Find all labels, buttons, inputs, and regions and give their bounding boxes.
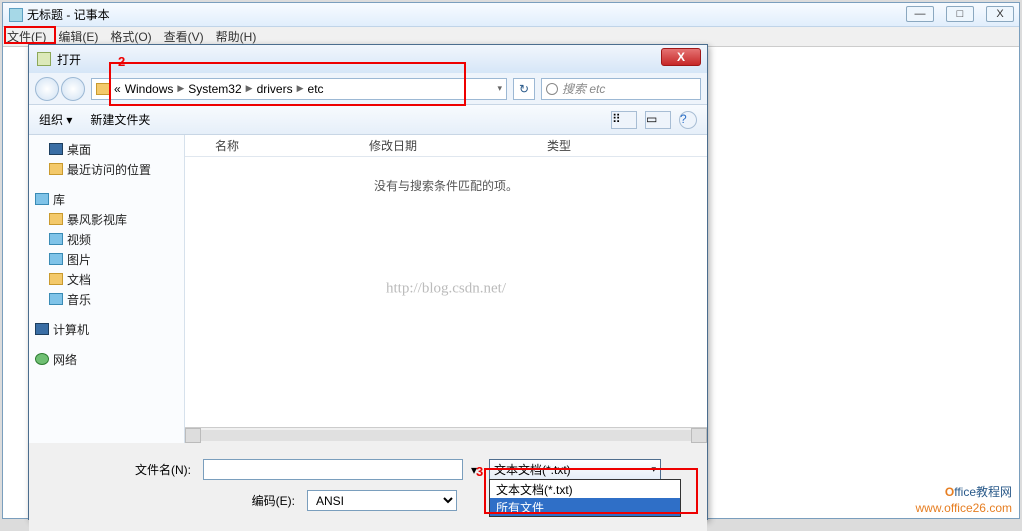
window-controls: — □ X xyxy=(906,6,1014,22)
watermark-text: http://blog.csdn.net/ xyxy=(386,281,506,298)
refresh-button[interactable]: ↻ xyxy=(513,78,535,100)
pictures-icon xyxy=(49,253,63,265)
preview-pane-button[interactable]: ▭ xyxy=(645,111,671,129)
search-icon xyxy=(546,83,558,95)
tree-desktop[interactable]: 桌面 xyxy=(35,139,178,159)
encoding-label: 编码(E): xyxy=(223,492,295,509)
search-placeholder: 搜索 etc xyxy=(562,80,605,97)
folder-icon xyxy=(96,83,110,95)
tree-music[interactable]: 音乐 xyxy=(35,289,178,309)
dialog-title-text: 打开 xyxy=(57,51,81,68)
nav-back-button[interactable] xyxy=(35,77,59,101)
new-folder-button[interactable]: 新建文件夹 xyxy=(90,111,150,128)
filename-input[interactable] xyxy=(203,459,463,480)
tree-documents[interactable]: 文档 xyxy=(35,269,178,289)
help-button[interactable]: ? xyxy=(679,111,697,129)
annotation-box-3 xyxy=(484,468,698,514)
menu-format[interactable]: 格式(O) xyxy=(110,28,151,45)
dialog-toolbar: 组织 ▾ 新建文件夹 ⠿ ▭ ? xyxy=(29,105,707,135)
scroll-track[interactable] xyxy=(201,430,691,441)
logo-url: www.office26.com xyxy=(916,501,1013,515)
col-name[interactable]: 名称 xyxy=(215,137,239,154)
organize-button[interactable]: 组织 ▾ xyxy=(39,111,72,128)
tree-network[interactable]: 网络 xyxy=(35,349,178,369)
desktop-icon xyxy=(49,143,63,155)
dialog-body: 桌面 最近访问的位置 库 暴风影视库 视频 图片 文档 音乐 计算机 网络 名称… xyxy=(29,135,707,443)
encoding-select[interactable]: ANSI xyxy=(307,490,457,511)
menu-view[interactable]: 查看(V) xyxy=(164,28,204,45)
annotation-number-3: 3 xyxy=(476,464,483,479)
file-list[interactable]: 名称 修改日期 类型 没有与搜索条件匹配的项。 http://blog.csdn… xyxy=(185,135,707,443)
folder-icon xyxy=(49,213,63,225)
col-date[interactable]: 修改日期 xyxy=(369,137,417,154)
music-icon xyxy=(49,293,63,305)
open-file-dialog: 打开 X « Windows ▶ System32 ▶ drivers ▶ et… xyxy=(28,44,708,520)
nav-forward-button[interactable] xyxy=(61,77,85,101)
notepad-titlebar[interactable]: 无标题 - 记事本 xyxy=(3,3,1019,27)
navigation-tree[interactable]: 桌面 最近访问的位置 库 暴风影视库 视频 图片 文档 音乐 计算机 网络 xyxy=(29,135,185,443)
search-input[interactable]: 搜索 etc xyxy=(541,78,701,100)
network-icon xyxy=(35,353,49,365)
empty-message: 没有与搜索条件匹配的项。 xyxy=(185,177,707,194)
recent-icon xyxy=(49,163,63,175)
annotation-number-2: 2 xyxy=(118,54,125,69)
tree-pictures[interactable]: 图片 xyxy=(35,249,178,269)
menu-edit[interactable]: 编辑(E) xyxy=(58,28,98,45)
maximize-button[interactable]: □ xyxy=(946,6,974,22)
notepad-title-text: 无标题 - 记事本 xyxy=(27,6,110,23)
annotation-box-1 xyxy=(4,26,56,44)
computer-icon xyxy=(35,323,49,335)
tree-computer[interactable]: 计算机 xyxy=(35,319,178,339)
view-mode-button[interactable]: ⠿ xyxy=(611,111,637,129)
filename-label: 文件名(N): xyxy=(119,461,191,478)
tree-video[interactable]: 视频 xyxy=(35,229,178,249)
video-icon xyxy=(49,233,63,245)
tree-libraries[interactable]: 库 xyxy=(35,189,178,209)
tree-storm[interactable]: 暴风影视库 xyxy=(35,209,178,229)
library-icon xyxy=(35,193,49,205)
minimize-button[interactable]: — xyxy=(906,6,934,22)
notepad-icon xyxy=(9,8,23,22)
close-button[interactable]: X xyxy=(986,6,1014,22)
horizontal-scrollbar[interactable] xyxy=(185,427,707,443)
dialog-close-button[interactable]: X xyxy=(661,48,701,66)
logo-title: Office教程网 xyxy=(916,480,1013,501)
scroll-right-button[interactable] xyxy=(691,428,707,443)
menu-help[interactable]: 帮助(H) xyxy=(216,28,257,45)
dialog-icon xyxy=(37,52,51,66)
annotation-box-2 xyxy=(109,62,466,106)
col-type[interactable]: 类型 xyxy=(547,137,571,154)
column-headers[interactable]: 名称 修改日期 类型 xyxy=(185,135,707,157)
documents-icon xyxy=(49,273,63,285)
site-logo: Office教程网 www.office26.com xyxy=(916,480,1013,515)
tree-recent[interactable]: 最近访问的位置 xyxy=(35,159,178,179)
chevron-down-icon[interactable]: ▾ xyxy=(497,83,502,94)
scroll-left-button[interactable] xyxy=(185,428,201,443)
